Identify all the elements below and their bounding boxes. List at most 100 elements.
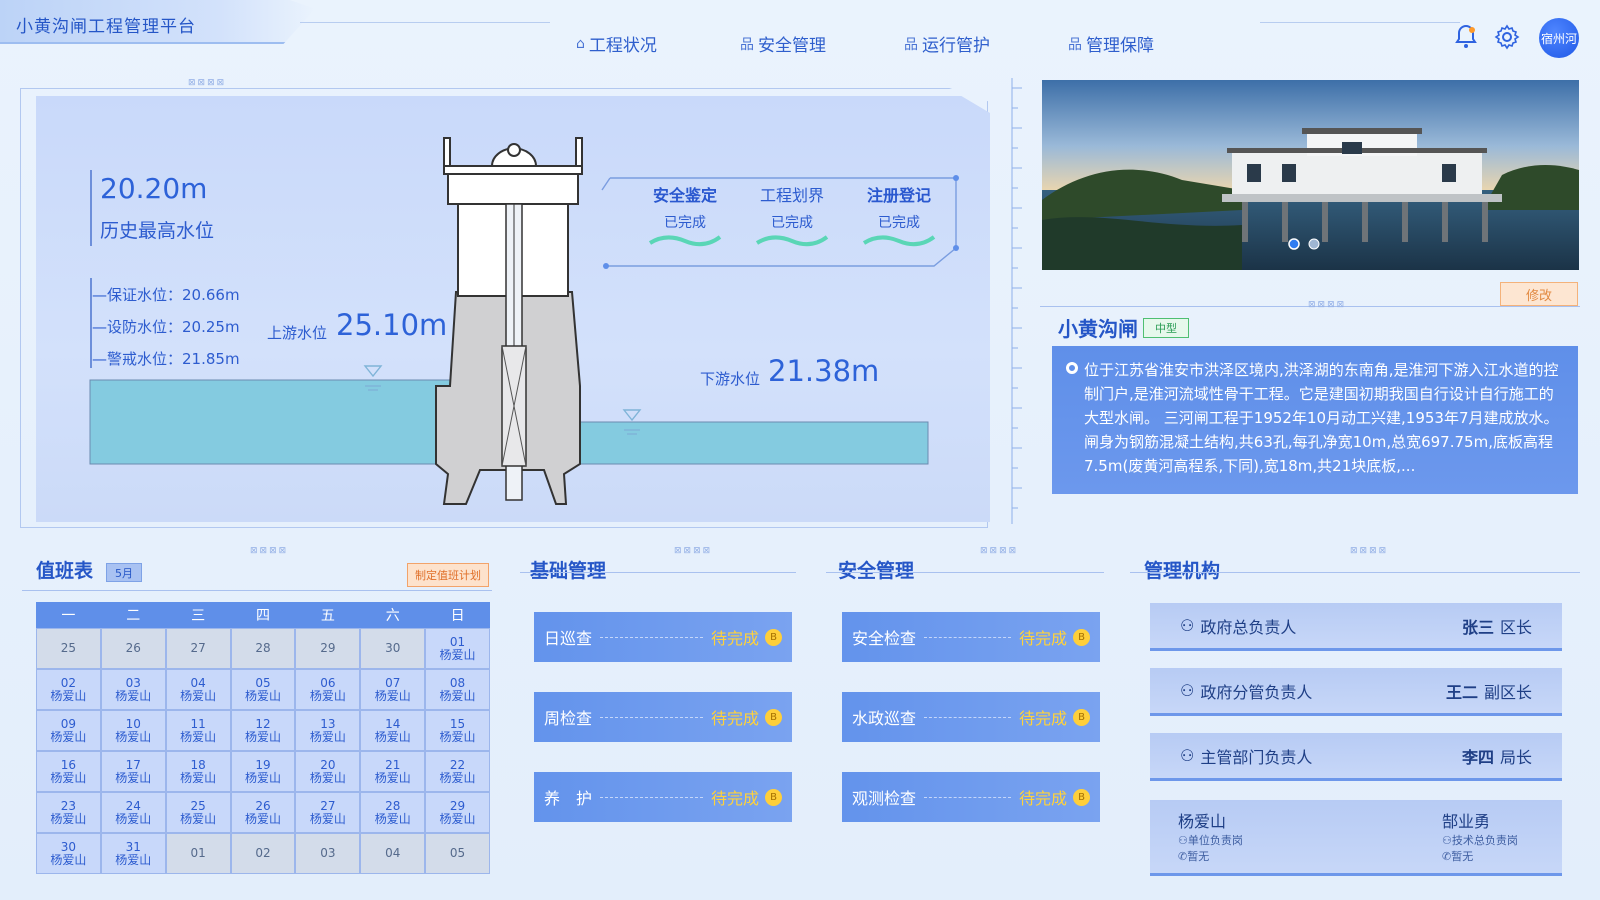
duty-person: 杨爱山 [439, 811, 476, 826]
calendar-day[interactable]: 14 杨爱山 [360, 710, 426, 751]
day-number: 08 [449, 675, 466, 690]
status-registration[interactable]: 注册登记 已完成 [856, 182, 942, 251]
calendar-day[interactable]: 16 杨爱山 [36, 751, 101, 792]
make-duty-plan-button[interactable]: 制定值班计划 [407, 563, 489, 587]
calendar-day[interactable]: 04 杨爱山 [165, 669, 231, 710]
day-number: 12 [255, 716, 271, 731]
calendar-day[interactable]: 29 杨爱山 [425, 792, 490, 833]
calendar-day[interactable]: 23 杨爱山 [36, 792, 101, 833]
calendar-day[interactable]: 02 杨爱山 [36, 669, 101, 710]
task-water-patrol[interactable]: 水政巡查 待完成 B [842, 692, 1100, 742]
user-avatar[interactable]: 宿州河 [1539, 18, 1579, 58]
calendar-day[interactable]: 28 杨爱山 [360, 792, 426, 833]
calendar-day[interactable]: 08 杨爱山 [425, 669, 490, 710]
calendar-day[interactable]: 27 杨爱山 [295, 792, 361, 833]
calendar-day[interactable]: 30 杨爱山 [36, 833, 101, 874]
calendar-day[interactable]: 02 [230, 833, 296, 874]
calendar-day[interactable]: 26 [100, 628, 166, 669]
nav-tab-guarantee[interactable]: 品 管理保障 [1068, 31, 1154, 56]
calendar-day[interactable]: 26 杨爱山 [230, 792, 296, 833]
calendar-day[interactable]: 17 杨爱山 [100, 751, 166, 792]
calendar-day[interactable]: 28 [230, 628, 296, 669]
calendar-day[interactable]: 11 杨爱山 [165, 710, 231, 751]
calendar-day[interactable]: 27 [165, 628, 231, 669]
coin-icon: B [1073, 628, 1090, 646]
duty-person: 杨爱山 [50, 688, 87, 703]
task-daily-patrol[interactable]: 日巡查 待完成 B [534, 612, 792, 662]
nav-tab-project-status[interactable]: ⌂ 工程状况 [576, 31, 657, 57]
calendar-day[interactable]: 04 [360, 833, 426, 874]
edit-button[interactable]: 修改 [1500, 282, 1578, 306]
nav-tab-operation[interactable]: 品 运行管护 [904, 31, 990, 56]
status-safety-appraisal[interactable]: 安全鉴定 已完成 [642, 182, 728, 251]
calendar-day[interactable]: 29 [295, 628, 361, 669]
weekday-label: 四 [255, 608, 270, 624]
month-tag[interactable]: 5月 [106, 563, 142, 582]
gate-illustration [89, 137, 959, 505]
wave-icon [648, 235, 722, 247]
task-maintenance[interactable]: 养 护 待完成 B [534, 772, 792, 822]
calendar-day[interactable]: 24 杨爱山 [100, 792, 166, 833]
day-number: 04 [190, 675, 206, 690]
calendar-day[interactable]: 20 杨爱山 [295, 751, 361, 792]
bell-icon[interactable] [1454, 24, 1478, 56]
day-number: 23 [60, 798, 77, 813]
org-divider [1130, 572, 1580, 573]
task-safety-check[interactable]: 安全检查 待完成 B [842, 612, 1100, 662]
org-title: 管理机构 [1144, 560, 1221, 582]
calendar-day[interactable]: 05 [425, 833, 490, 874]
weekday-label: 二 [126, 608, 141, 624]
calendar-day[interactable]: 03 杨爱山 [100, 669, 166, 710]
task-weekly-check[interactable]: 周检查 待完成 B [534, 692, 792, 742]
calendar-day[interactable]: 21 杨爱山 [360, 751, 426, 792]
calendar-day[interactable]: 12 杨爱山 [230, 710, 296, 751]
status-boundary[interactable]: 工程划界 已完成 [749, 182, 835, 251]
coin-icon: B [765, 628, 782, 646]
calendar-day[interactable]: 25 杨爱山 [165, 792, 231, 833]
day-number: 03 [320, 846, 336, 860]
calendar-day[interactable]: 03 [295, 833, 361, 874]
upstream-level-value: 25.10m [336, 308, 448, 342]
calendar-day[interactable]: 30 [360, 628, 426, 669]
wave-icon [862, 235, 936, 247]
calendar-day[interactable]: 13 杨爱山 [295, 710, 361, 751]
calendar-day[interactable]: 01 [165, 833, 231, 874]
gear-icon[interactable] [1494, 24, 1520, 56]
day-number: 25 [190, 798, 206, 813]
calendar-day[interactable]: 06 杨爱山 [295, 669, 361, 710]
day-number: 02 [255, 846, 271, 860]
task-observation[interactable]: 观测检查 待完成 B [842, 772, 1100, 822]
org-icon: 品 [904, 36, 918, 53]
calendar-day[interactable]: 07 杨爱山 [360, 669, 426, 710]
calendar-day[interactable]: 09 杨爱山 [36, 710, 101, 751]
day-number: 29 [320, 641, 336, 655]
history-max-label: 历史最高水位 [100, 220, 215, 242]
calendar-day[interactable]: 25 [36, 628, 101, 669]
day-number: 19 [255, 757, 271, 772]
calendar-day[interactable]: 15 杨爱山 [425, 710, 490, 751]
upstream-level-label: 上游水位 [267, 324, 328, 342]
panel-decoration: ⊠⊠⊠⊠ [250, 546, 289, 556]
gate-photo[interactable] [1042, 80, 1579, 270]
day-number: 14 [385, 716, 401, 731]
nav-tab-safety[interactable]: 品 安全管理 [740, 31, 826, 56]
day-number: 06 [320, 675, 336, 690]
calendar-day[interactable]: 05 杨爱山 [230, 669, 296, 710]
calendar-day[interactable]: 10 杨爱山 [100, 710, 166, 751]
org-row[interactable]: ⚇ 主管部门负责人 李四 局长 [1150, 733, 1562, 781]
day-number: 28 [255, 641, 271, 655]
header-divider [1260, 22, 1460, 23]
calendar-day[interactable]: 18 杨爱山 [165, 751, 231, 792]
staff-person: 郜业勇 ⚇技术总负责岗 ✆暂无 [1442, 812, 1518, 863]
duty-person: 杨爱山 [374, 729, 411, 744]
calendar-day[interactable]: 31 杨爱山 [100, 833, 166, 874]
calendar-day[interactable]: 19 杨爱山 [230, 751, 296, 792]
org-row[interactable]: ⚇ 政府总负责人 张三 区长 [1150, 603, 1562, 651]
day-number: 27 [320, 798, 336, 813]
warning-level: —警戒水位：21.85m [92, 350, 240, 368]
day-number: 15 [449, 716, 466, 731]
calendar-day[interactable]: 01 杨爱山 [425, 628, 490, 669]
calendar-day[interactable]: 22 杨爱山 [425, 751, 490, 792]
weekday-label: 六 [385, 608, 400, 624]
org-row[interactable]: ⚇ 政府分管负责人 王二 副区长 [1150, 668, 1562, 716]
